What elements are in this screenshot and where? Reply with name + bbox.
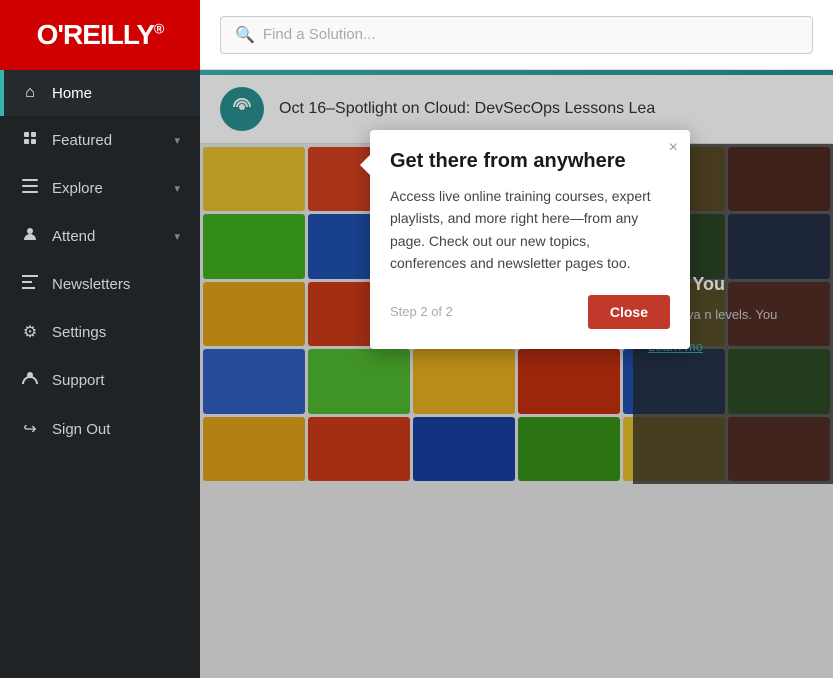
settings-icon: ⚙ [20, 322, 40, 342]
logo-area[interactable]: O'REILLY® [0, 0, 200, 70]
home-icon: ⌂ [20, 84, 40, 102]
popup-footer: Step 2 of 2 Close [390, 295, 670, 329]
sidebar-item-label: Sign Out [52, 421, 180, 438]
sidebar-item-label: Newsletters [52, 276, 180, 293]
popup-close-button[interactable]: Close [588, 295, 670, 329]
sidebar-item-signout[interactable]: ↪ Sign Out [0, 405, 200, 453]
search-icon: 🔍 [235, 25, 255, 45]
sidebar-item-label: Settings [52, 324, 180, 341]
sidebar-item-attend[interactable]: Attend ▾ [0, 212, 200, 261]
chevron-down-icon: ▾ [174, 182, 180, 195]
explore-icon [20, 179, 40, 198]
search-placeholder: Find a Solution... [263, 26, 376, 43]
sidebar-item-settings[interactable]: ⚙ Settings [0, 308, 200, 356]
logo-reg: ® [154, 20, 163, 36]
popup-body: Access live online training courses, exp… [390, 185, 670, 275]
header: O'REILLY® 🔍 Find a Solution... [0, 0, 833, 70]
sidebar-item-featured[interactable]: Featured ▾ [0, 116, 200, 165]
popup-title: Get there from anywhere [390, 150, 650, 173]
sidebar-item-label: Explore [52, 180, 174, 197]
search-bar[interactable]: 🔍 Find a Solution... [220, 16, 813, 54]
popup-close-x[interactable]: × [669, 140, 678, 156]
sidebar-item-support[interactable]: Support [0, 356, 200, 405]
chevron-down-icon: ▾ [174, 134, 180, 147]
signout-icon: ↪ [20, 419, 40, 439]
sidebar: ⌂ Home Featured ▾ Explore ▾ Attend ▾ [0, 70, 200, 678]
sidebar-item-label: Featured [52, 132, 174, 149]
search-area: 🔍 Find a Solution... [200, 16, 833, 54]
sidebar-item-newsletters[interactable]: Newsletters [0, 261, 200, 308]
featured-icon [20, 130, 40, 151]
sidebar-item-label: Support [52, 372, 180, 389]
tooltip-popup: × Get there from anywhere Access live on… [370, 130, 690, 349]
sidebar-item-explore[interactable]: Explore ▾ [0, 165, 200, 212]
content-area: Oct 16–Spotlight on Cloud: DevSecOps Les… [200, 70, 833, 678]
support-icon [20, 370, 40, 391]
sidebar-item-home[interactable]: ⌂ Home [0, 70, 200, 116]
sidebar-item-label: Attend [52, 228, 174, 245]
chevron-down-icon: ▾ [174, 230, 180, 243]
main-layout: ⌂ Home Featured ▾ Explore ▾ Attend ▾ [0, 70, 833, 678]
sidebar-item-label: Home [52, 85, 180, 102]
popup-step: Step 2 of 2 [390, 304, 453, 319]
attend-icon [20, 226, 40, 247]
newsletters-icon [20, 275, 40, 294]
logo: O'REILLY® [37, 19, 164, 51]
